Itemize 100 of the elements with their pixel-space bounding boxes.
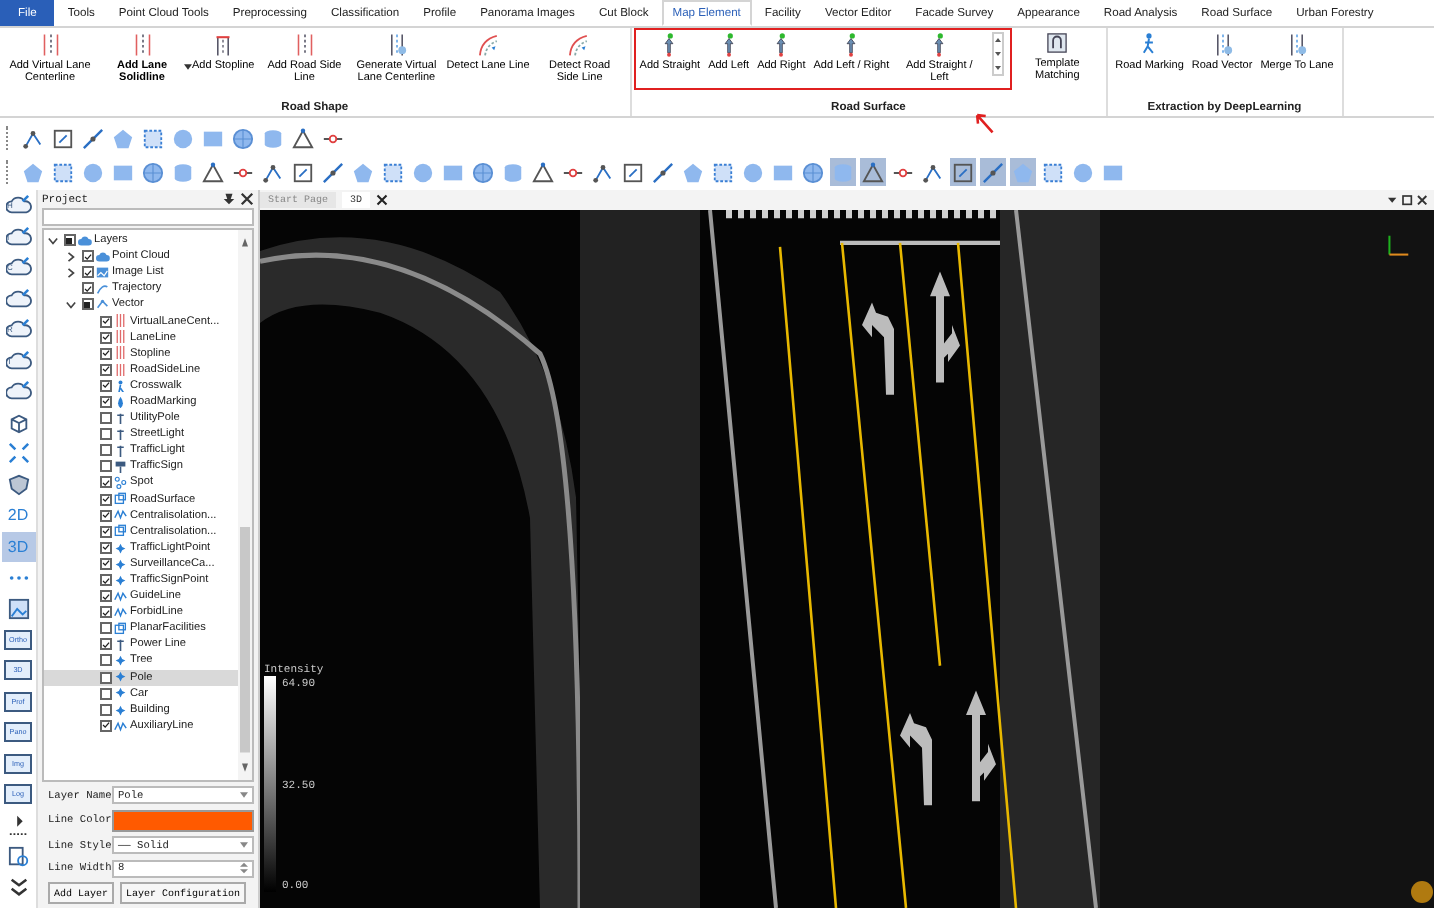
layer-checkbox[interactable]	[99, 412, 111, 425]
expander-icon[interactable]	[48, 235, 58, 246]
layer-area-icon	[114, 492, 127, 506]
sphere-icon	[472, 161, 494, 183]
toolbar-button[interactable]	[710, 158, 736, 186]
cylinder-icon	[832, 161, 854, 183]
layer-layers-icon	[78, 233, 91, 247]
layer-vector-icon	[96, 298, 109, 312]
layer-checkbox[interactable]	[81, 250, 93, 263]
layer-sign-icon	[114, 460, 127, 474]
layer-checkbox[interactable]	[99, 460, 111, 473]
chevron-down-icon	[7, 876, 29, 899]
toolbar-button[interactable]	[530, 158, 556, 186]
window-controls-icon[interactable]	[1388, 193, 1428, 207]
toolbar-button[interactable]	[800, 158, 826, 186]
toolbar-button[interactable]	[650, 158, 676, 186]
layer-checkbox[interactable]	[99, 622, 111, 635]
layer-checkbox[interactable]	[99, 363, 111, 376]
toolbar-button[interactable]	[80, 124, 106, 152]
dashed-square-icon	[52, 161, 74, 183]
layer-checkbox[interactable]	[99, 395, 111, 408]
rectangle-icon	[772, 161, 794, 183]
square-icon	[622, 161, 644, 183]
layer-checkbox[interactable]	[99, 703, 111, 716]
layer-checkbox[interactable]	[99, 638, 111, 651]
toolbar-button[interactable]	[950, 158, 976, 186]
layer-wave-icon	[114, 719, 127, 733]
toolbar-button[interactable]	[980, 158, 1006, 186]
layer-checkbox[interactable]	[99, 428, 111, 441]
circle-icon	[172, 127, 194, 149]
toolbar-button[interactable]	[290, 124, 316, 152]
layer-checkbox[interactable]	[99, 476, 111, 489]
expander-icon[interactable]	[66, 267, 76, 278]
layer-checkbox[interactable]	[99, 719, 111, 732]
toolbar-button[interactable]	[320, 158, 346, 186]
toolbar-button[interactable]	[290, 158, 316, 186]
layer-checkbox[interactable]	[81, 266, 93, 279]
toolbar-button[interactable]	[50, 158, 76, 186]
square-icon	[292, 161, 314, 183]
color-swatch[interactable]	[112, 809, 254, 831]
layer-checkbox[interactable]	[99, 671, 111, 684]
toolbar-button[interactable]	[620, 158, 646, 186]
layer-checkbox[interactable]	[99, 379, 111, 392]
layer-checkbox[interactable]	[99, 606, 111, 619]
circle-icon	[742, 161, 764, 183]
toolbar-button[interactable]	[140, 124, 166, 152]
expander-icon[interactable]	[66, 251, 76, 262]
layer-checkbox[interactable]	[99, 687, 111, 700]
dots-icon	[7, 573, 29, 582]
toolbar-button[interactable]	[1040, 158, 1066, 186]
layer-checkbox[interactable]	[99, 331, 111, 344]
gallery-scroll-icon[interactable]	[991, 32, 1004, 76]
toolbar-button[interactable]	[470, 158, 496, 186]
layer-checkbox[interactable]	[99, 525, 111, 538]
pin-icon[interactable]	[222, 191, 236, 205]
toolbar-button[interactable]	[380, 158, 406, 186]
close-icon[interactable]	[376, 194, 389, 206]
layer-checkbox[interactable]	[99, 444, 111, 457]
layer-checkbox[interactable]	[99, 493, 111, 506]
close-icon[interactable]	[240, 191, 254, 205]
dashed-square-icon	[382, 161, 404, 183]
layer-checkbox[interactable]	[99, 509, 111, 522]
expand-icon	[7, 442, 29, 465]
navigation-ball-icon[interactable]	[1410, 880, 1434, 904]
square-icon	[52, 127, 74, 149]
toolbar-button[interactable]	[860, 158, 886, 186]
layer-checkbox[interactable]	[99, 557, 111, 570]
toolbar-button[interactable]	[140, 158, 166, 186]
template-icon	[1044, 30, 1071, 56]
toolbar-button[interactable]	[50, 124, 76, 152]
pentagon-icon	[1012, 161, 1034, 183]
pentagon-icon	[682, 161, 704, 183]
layer-checkbox[interactable]	[99, 347, 111, 360]
layer-checkbox[interactable]	[81, 298, 93, 311]
polyline-icon	[922, 161, 944, 183]
scrollbar[interactable]	[238, 230, 252, 780]
triangle-icon	[202, 161, 224, 183]
rectangle-icon	[112, 161, 134, 183]
layer-checkbox[interactable]	[63, 234, 75, 247]
layer-checkbox[interactable]	[99, 654, 111, 667]
cloud-icon	[5, 194, 31, 217]
toolbar-button[interactable]	[230, 124, 256, 152]
layer-person-icon	[114, 379, 127, 393]
layer-checkbox[interactable]	[99, 574, 111, 587]
layer-trajectory-icon	[96, 282, 109, 296]
cloud-icon	[5, 318, 31, 341]
layer-checkbox[interactable]	[81, 282, 93, 295]
line-icon	[82, 127, 104, 149]
cylinder-icon	[172, 161, 194, 183]
layer-checkbox[interactable]	[99, 590, 111, 603]
circle-icon	[1072, 161, 1094, 183]
layer-checkbox[interactable]	[99, 315, 111, 328]
search-field[interactable]	[42, 208, 254, 226]
expander-icon[interactable]	[66, 299, 76, 310]
polyline-icon	[22, 127, 44, 149]
toolbar-button[interactable]	[200, 158, 226, 186]
layer-checkbox[interactable]	[99, 541, 111, 554]
cube-icon	[7, 411, 29, 434]
view-button[interactable]: 2D	[1, 500, 35, 531]
layer-points-icon	[114, 476, 127, 490]
